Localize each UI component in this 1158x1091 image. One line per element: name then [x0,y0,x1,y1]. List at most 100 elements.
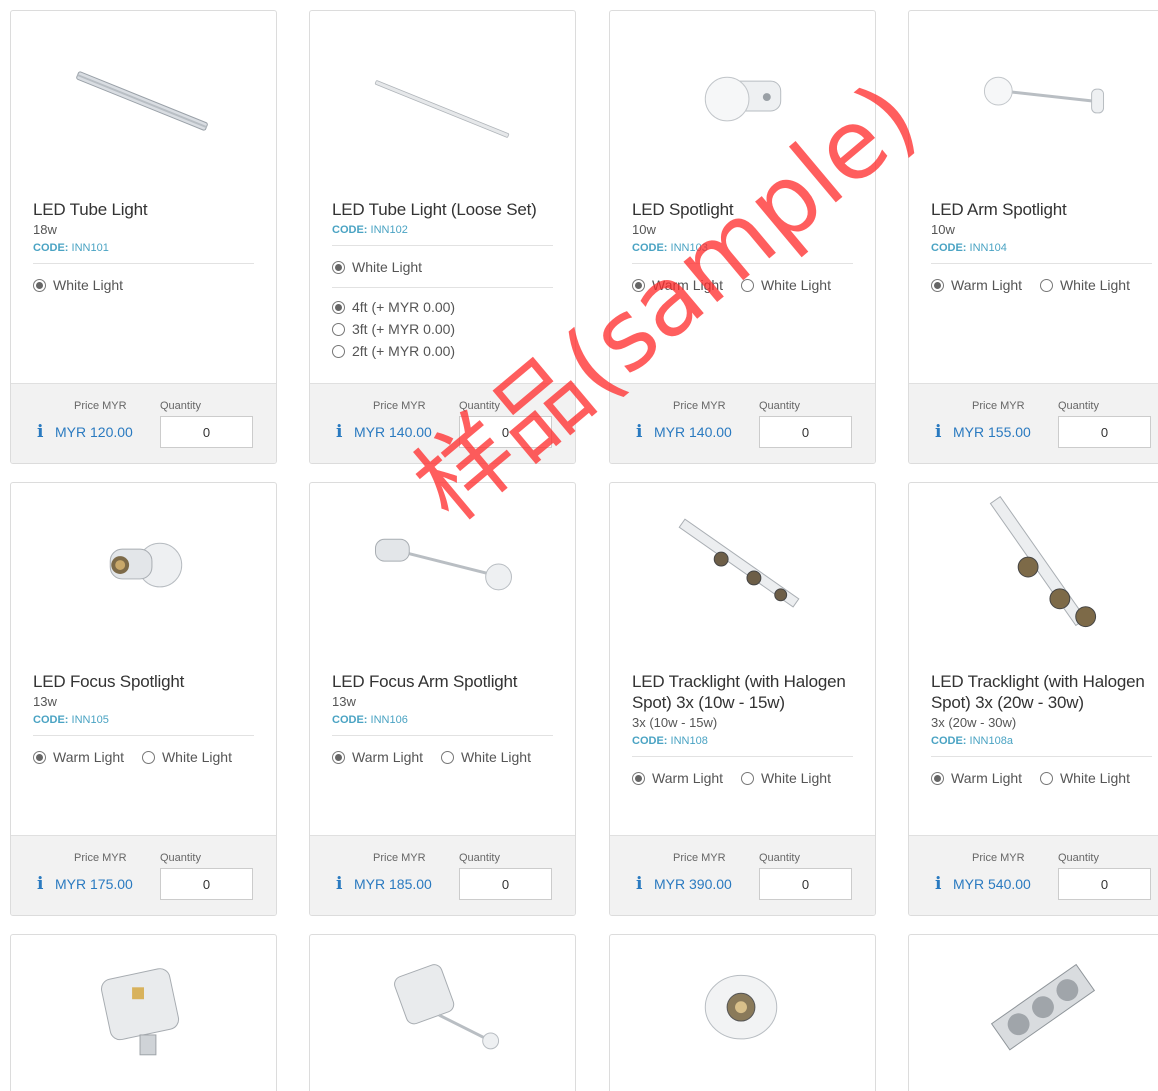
product-title[interactable]: LED Tracklight (with Halogen Spot) 3x (2… [931,671,1152,713]
divider [632,756,853,757]
floodlight-icon [11,935,276,1091]
option-white-light[interactable]: White Light [33,274,123,296]
product-price: MYR 120.00 [55,424,133,440]
radio-selected-icon[interactable] [332,750,345,764]
quantity-label: Quantity [759,400,800,412]
option-white-light[interactable]: White Light [332,256,422,278]
option-white-light[interactable]: White Light [440,746,531,768]
product-card: LED Spotlight 10w CODE: INN103 Warm Ligh… [609,10,876,464]
option-warm-light[interactable]: Warm Light [931,767,1022,789]
triple-grille-downlight-icon [909,935,1158,1091]
quantity-label: Quantity [459,852,500,864]
card-footer: Price MYR Quantity i MYR 140.00 [310,383,575,463]
info-icon[interactable]: i [636,422,642,442]
radio-icon[interactable] [440,750,454,764]
product-title[interactable]: LED Tube Light [33,199,254,220]
downlight-icon [610,935,875,1091]
card-footer: Price MYR Quantity i MYR 185.00 [310,835,575,915]
option-size-2ft[interactable]: 2ft (+ MYR 0.00) [332,340,553,362]
option-size-3ft[interactable]: 3ft (+ MYR 0.00) [332,318,553,340]
quantity-input[interactable] [160,868,253,900]
product-spec: 3x (20w - 30w) [931,715,1017,730]
quantity-input[interactable] [759,868,852,900]
option-warm-light[interactable]: Warm Light [332,746,423,768]
product-spec: 18w [33,222,57,237]
info-icon[interactable]: i [336,422,342,442]
option-white-light[interactable]: White Light [141,746,232,768]
radio-selected-icon[interactable] [332,260,345,274]
tube-light-icon [310,11,575,196]
quantity-input[interactable] [459,868,552,900]
radio-selected-icon[interactable] [632,278,645,292]
product-code: CODE: INN108a [931,735,1013,747]
option-warm-light[interactable]: Warm Light [632,767,723,789]
product-price: MYR 175.00 [55,876,133,892]
option-white-light[interactable]: White Light [1039,274,1130,296]
quantity-input[interactable] [759,416,852,448]
radio-selected-icon[interactable] [632,771,645,785]
radio-selected-icon[interactable] [931,771,944,785]
quantity-input[interactable] [1058,416,1151,448]
radio-icon[interactable] [740,771,754,785]
option-warm-light[interactable]: Warm Light [632,274,723,296]
arm-floodlight-icon [310,935,575,1091]
product-price: MYR 390.00 [654,876,732,892]
option-warm-light[interactable]: Warm Light [931,274,1022,296]
product-title[interactable]: LED Spotlight [632,199,853,220]
divider [332,735,553,736]
tube-light-icon [11,11,276,196]
quantity-input[interactable] [160,416,253,448]
product-title[interactable]: LED Tube Light (Loose Set) [332,199,553,220]
info-icon[interactable]: i [37,422,43,442]
radio-icon[interactable] [1039,278,1053,292]
product-title[interactable]: LED Focus Spotlight [33,671,254,692]
info-icon[interactable]: i [336,874,342,894]
divider [332,286,553,288]
radio-icon[interactable] [740,278,754,292]
quantity-input[interactable] [1058,868,1151,900]
quantity-label: Quantity [160,400,201,412]
product-card: LED Tracklight (with Halogen Spot) 3x (1… [609,482,876,916]
option-white-light[interactable]: White Light [740,274,831,296]
product-spec: 10w [931,222,955,237]
radio-selected-icon[interactable] [931,278,944,292]
price-label: Price MYR [972,852,1025,864]
info-icon[interactable]: i [935,422,941,442]
price-label: Price MYR [74,852,127,864]
product-card [309,934,576,1091]
radio-icon[interactable] [332,344,345,358]
option-white-light[interactable]: White Light [740,767,831,789]
info-icon[interactable]: i [935,874,941,894]
product-title[interactable]: LED Focus Arm Spotlight [332,671,553,692]
product-spec: 10w [632,222,656,237]
option-white-light[interactable]: White Light [1039,767,1130,789]
option-warm-light[interactable]: Warm Light [33,746,124,768]
radio-icon[interactable] [141,750,155,764]
product-title[interactable]: LED Tracklight (with Halogen Spot) 3x (1… [632,671,853,713]
divider [931,756,1152,757]
spotlight-icon [610,11,875,196]
divider [931,263,1152,264]
product-code: CODE: INN108 [632,735,708,747]
product-card: LED Tube Light 18w CODE: INN101 White Li… [10,10,277,464]
radio-selected-icon[interactable] [33,278,46,292]
card-footer: Price MYR Quantity i MYR 140.00 [610,383,875,463]
radio-selected-icon[interactable] [33,750,46,764]
tracklight-icon [610,483,875,658]
product-code: CODE: INN104 [931,242,1007,254]
card-footer: Price MYR Quantity i MYR 155.00 [909,383,1158,463]
info-icon[interactable]: i [636,874,642,894]
product-price: MYR 140.00 [354,424,432,440]
product-code: CODE: INN105 [33,714,109,726]
product-card: LED Focus Arm Spotlight 13w CODE: INN106… [309,482,576,916]
price-label: Price MYR [972,400,1025,412]
quantity-label: Quantity [1058,400,1099,412]
product-title[interactable]: LED Arm Spotlight [931,199,1152,220]
info-icon[interactable]: i [37,874,43,894]
quantity-input[interactable] [459,416,552,448]
product-card: LED Tracklight (with Halogen Spot) 3x (2… [908,482,1158,916]
option-size-4ft[interactable]: 4ft (+ MYR 0.00) [332,296,553,318]
radio-icon[interactable] [1039,771,1053,785]
radio-selected-icon[interactable] [332,300,345,314]
radio-icon[interactable] [332,322,345,336]
